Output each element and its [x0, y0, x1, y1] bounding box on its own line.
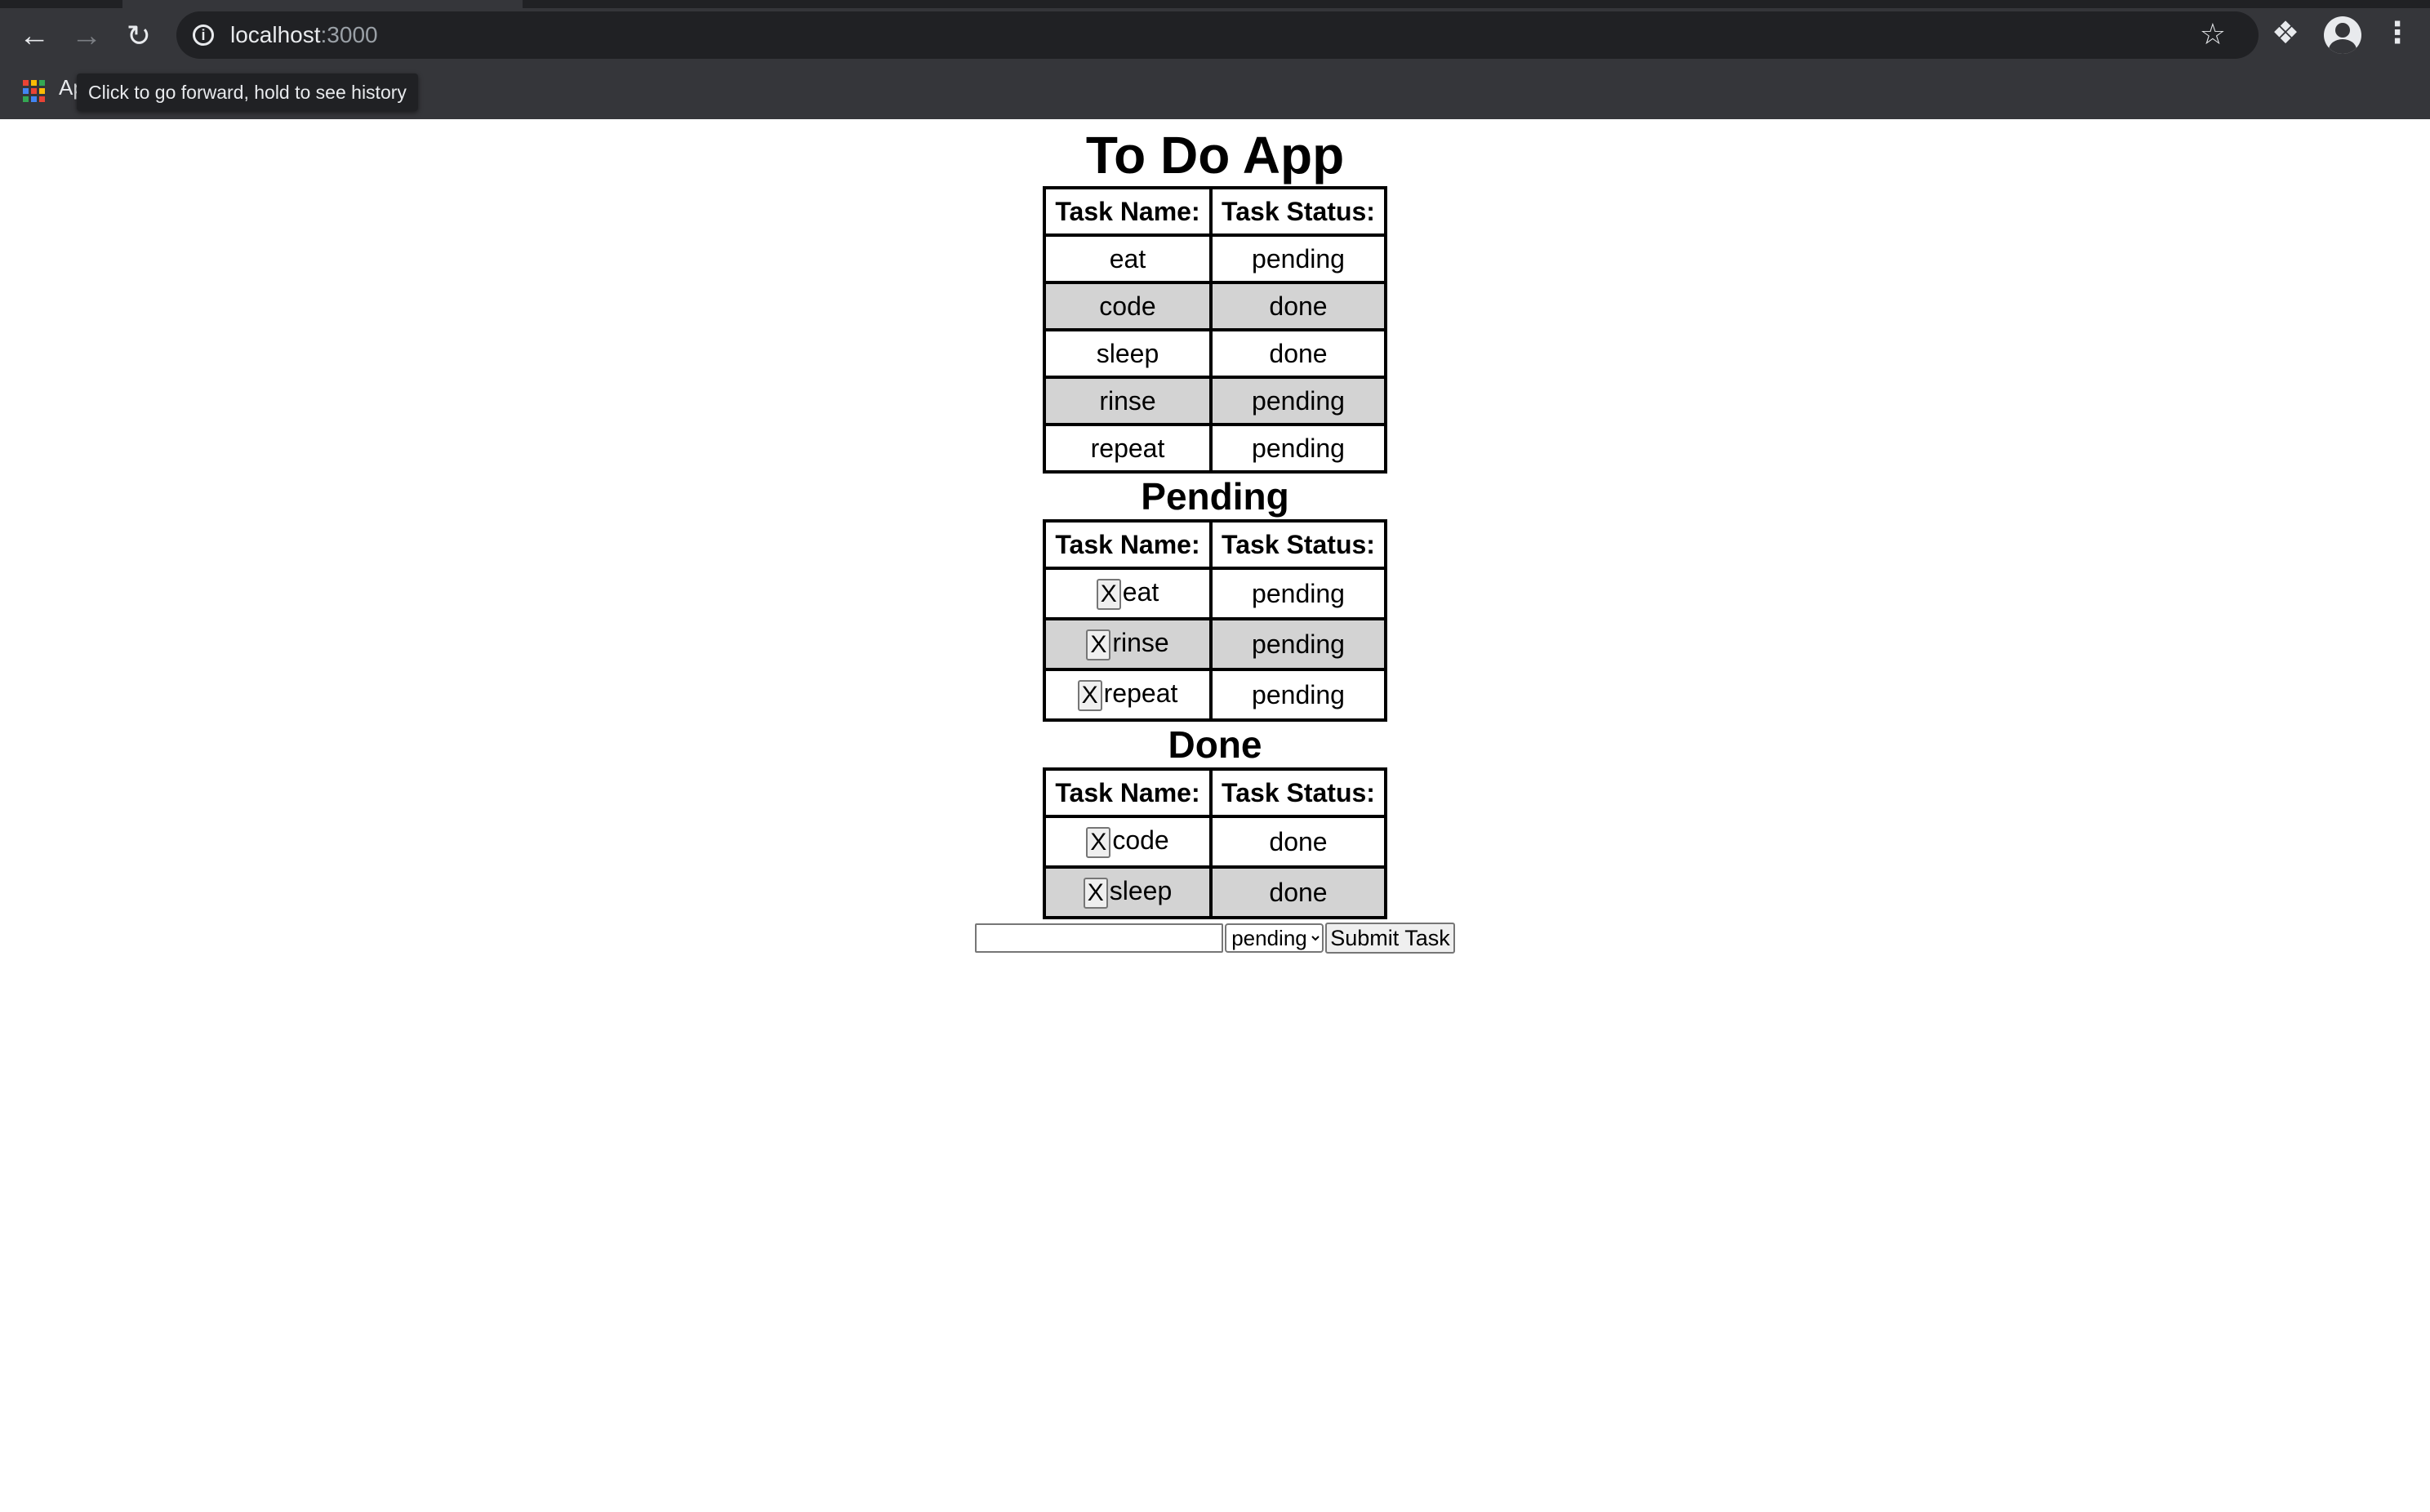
column-header-name: Task Name:: [1044, 188, 1211, 235]
task-status-cell: done: [1211, 867, 1386, 918]
active-tab[interactable]: [122, 0, 523, 8]
table-row: Xrepeat pending: [1044, 669, 1386, 720]
task-status-cell: pending: [1211, 669, 1386, 720]
task-status-cell: pending: [1211, 619, 1386, 669]
task-name: eat: [1109, 243, 1146, 273]
task-name-cell: repeat: [1044, 425, 1211, 472]
task-status-cell: pending: [1211, 235, 1386, 282]
task-name-cell: Xrepeat: [1044, 669, 1211, 720]
info-icon[interactable]: i: [193, 24, 214, 46]
task-name-cell: Xsleep: [1044, 867, 1211, 918]
task-status-cell: done: [1211, 282, 1386, 330]
task-name-cell: Xrinse: [1044, 619, 1211, 669]
task-name-cell: Xeat: [1044, 568, 1211, 619]
column-header-name: Task Name:: [1044, 521, 1211, 568]
status-select[interactable]: pending: [1225, 923, 1324, 953]
task-status-cell: done: [1211, 330, 1386, 377]
delete-task-button[interactable]: X: [1077, 679, 1102, 711]
delete-task-button[interactable]: X: [1083, 877, 1108, 909]
all-tasks-table: Task Name: Task Status: eat pending code do…: [1043, 186, 1387, 474]
task-name: sleep: [1109, 876, 1173, 906]
table-row: eat pending: [1044, 235, 1386, 282]
task-name-cell: rinse: [1044, 377, 1211, 425]
page-title: To Do App: [1085, 126, 1345, 185]
column-header-status: Task Status:: [1211, 188, 1386, 235]
forward-tooltip: Click to go forward, hold to see history: [77, 73, 418, 111]
submit-task-button[interactable]: Submit Task: [1325, 923, 1455, 954]
task-status-cell: done: [1211, 816, 1386, 867]
browser-menu-icon[interactable]: ⋮: [2383, 18, 2412, 47]
table-row: Xeat pending: [1044, 568, 1386, 619]
browser-chrome: ← → ↻ i localhost :3000 ☆ ❖ ⋮ Ap Click t…: [0, 0, 2430, 119]
tab-strip: [0, 0, 2430, 8]
task-name: repeat: [1090, 433, 1165, 463]
bookmarks-bar: Ap Click to go forward, hold to see hist…: [0, 73, 2430, 119]
back-icon[interactable]: ←: [13, 15, 56, 57]
pending-tasks-table: Task Name: Task Status: Xeat pending Xrins…: [1043, 519, 1387, 722]
task-status-cell: pending: [1211, 377, 1386, 425]
apps-grid-icon[interactable]: [23, 80, 45, 102]
task-name: code: [1099, 291, 1156, 321]
done-heading: Done: [1168, 723, 1262, 766]
delete-task-button[interactable]: X: [1096, 578, 1121, 610]
task-name: sleep: [1096, 338, 1159, 368]
extensions-icon[interactable]: ❖: [2272, 18, 2299, 49]
task-name-input[interactable]: [975, 923, 1224, 953]
reload-icon[interactable]: ↻: [118, 15, 160, 57]
column-header-name: Task Name:: [1044, 769, 1211, 816]
table-row: Xrinse pending: [1044, 619, 1386, 669]
url-host: localhost: [230, 22, 321, 47]
task-status-cell: pending: [1211, 568, 1386, 619]
table-row: repeat pending: [1044, 425, 1386, 472]
bookmark-star-icon[interactable]: ☆: [2200, 20, 2226, 49]
task-name-cell: eat: [1044, 235, 1211, 282]
delete-task-button[interactable]: X: [1086, 826, 1111, 858]
task-name-cell: code: [1044, 282, 1211, 330]
delete-task-button[interactable]: X: [1086, 629, 1111, 660]
done-tasks-table: Task Name: Task Status: Xcode done Xsleep d…: [1043, 767, 1387, 919]
pending-heading: Pending: [1141, 475, 1289, 518]
todo-app: To Do App Task Name: Task Status: eat pen…: [0, 119, 2430, 954]
url-port: :3000: [320, 22, 378, 47]
table-row: Xcode done: [1044, 816, 1386, 867]
add-task-form: pending Submit Task: [975, 923, 1455, 954]
task-name: code: [1112, 825, 1169, 856]
column-header-status: Task Status:: [1211, 769, 1386, 816]
table-row: sleep done: [1044, 330, 1386, 377]
column-header-status: Task Status:: [1211, 521, 1386, 568]
address-bar[interactable]: i localhost :3000 ☆: [176, 11, 2259, 59]
task-name: rinse: [1099, 385, 1156, 416]
task-status-cell: pending: [1211, 425, 1386, 472]
page-viewport: To Do App Task Name: Task Status: eat pen…: [0, 119, 2430, 1512]
forward-icon[interactable]: →: [65, 15, 108, 57]
table-row: code done: [1044, 282, 1386, 330]
task-name: repeat: [1103, 678, 1178, 709]
task-name: rinse: [1112, 628, 1169, 658]
task-name-cell: Xcode: [1044, 816, 1211, 867]
profile-avatar-icon[interactable]: [2324, 16, 2361, 54]
task-name: eat: [1122, 577, 1159, 607]
task-name-cell: sleep: [1044, 330, 1211, 377]
table-row: Xsleep done: [1044, 867, 1386, 918]
table-row: rinse pending: [1044, 377, 1386, 425]
